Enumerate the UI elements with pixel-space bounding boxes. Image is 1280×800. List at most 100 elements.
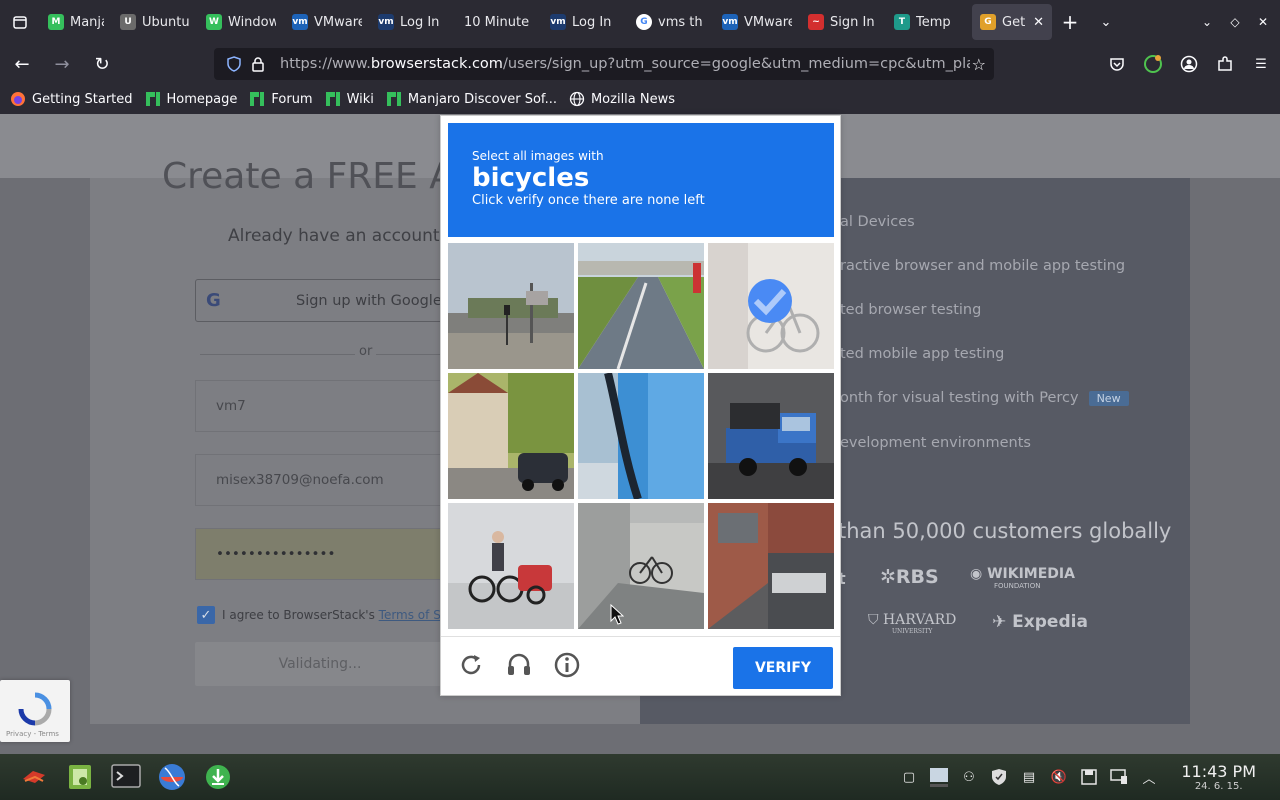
screen-icon[interactable] — [1108, 766, 1130, 788]
recaptcha-badge[interactable]: Privacy - Terms — [0, 680, 70, 742]
captcha-tile-1[interactable] — [448, 243, 574, 369]
hamburger-menu-icon[interactable]: ☰ — [1250, 57, 1272, 72]
google-signup-button[interactable]: G Sign up with Google — [195, 279, 455, 322]
display-icon[interactable] — [928, 766, 950, 788]
bookmark-label: Mozilla News — [590, 91, 676, 107]
minimize-icon[interactable]: ⌄ — [1198, 15, 1216, 29]
volume-muted-icon[interactable]: 🔇 — [1048, 766, 1070, 788]
network-icon[interactable]: ⚇ — [958, 766, 980, 788]
feature-item: ted mobile app testing — [840, 346, 1005, 362]
maximize-icon[interactable]: ◇ — [1226, 15, 1244, 29]
tab-favicon-icon: vm — [722, 14, 738, 30]
email-field[interactable]: misex38709@noefa.com — [195, 454, 445, 506]
tab-favicon-icon: W — [206, 14, 222, 30]
tab-list-chevron-icon[interactable]: ⌄ — [1088, 15, 1124, 30]
account-icon[interactable] — [1178, 55, 1200, 73]
close-window-icon[interactable]: ✕ — [1254, 15, 1272, 29]
terms-agreement: ✓ I agree to BrowserStack's Terms of Ser… — [197, 606, 478, 624]
window-icon[interactable]: ▢ — [898, 766, 920, 788]
url-bar[interactable]: https://www.browserstack.com/users/sign_… — [214, 48, 994, 80]
feature-item: ractive browser and mobile app testing — [840, 258, 1126, 274]
software-update-icon[interactable] — [202, 761, 234, 793]
clock-date: 24. 6. 15. — [1194, 781, 1243, 792]
browser-tab[interactable]: vm VMware — [714, 4, 800, 40]
tab-label: 10 Minute — [464, 14, 530, 30]
terminal-icon[interactable] — [110, 761, 142, 793]
audio-challenge-icon[interactable] — [503, 649, 535, 681]
bookmark-item[interactable]: Mozilla News — [569, 91, 675, 107]
list-all-tabs-button[interactable] — [0, 0, 40, 44]
recaptcha-privacy-terms[interactable]: Privacy - Terms — [6, 730, 59, 738]
bookmark-item[interactable]: Forum — [249, 91, 313, 107]
instruction-line-3: Click verify once there are none left — [472, 193, 705, 208]
captcha-tile-9[interactable] — [708, 503, 834, 629]
save-icon[interactable] — [1078, 766, 1100, 788]
info-icon[interactable] — [551, 649, 583, 681]
browser-tab[interactable]: vm Log In — [370, 4, 456, 40]
browser-tab[interactable]: ~ Sign In — [800, 4, 886, 40]
already-have-account-text: Already have an account? — [228, 226, 449, 246]
clipboard-icon[interactable]: ▤ — [1018, 766, 1040, 788]
captcha-tile-7[interactable] — [448, 503, 574, 629]
captcha-tile-5[interactable] — [578, 373, 704, 499]
browser-tab[interactable]: vm Log In — [542, 4, 628, 40]
tab-favicon-icon: T — [894, 14, 910, 30]
captcha-tile-3[interactable] — [708, 243, 834, 369]
validating-button[interactable]: Validating... — [195, 642, 445, 686]
bookmark-label: Wiki — [346, 91, 374, 107]
bookmark-item[interactable]: Getting Started — [10, 91, 133, 107]
verify-button[interactable]: VERIFY — [733, 647, 833, 689]
browser-tab[interactable]: M Manjaro — [40, 4, 112, 40]
name-field[interactable]: vm7 — [195, 380, 445, 432]
tab-label: Sign In — [830, 14, 875, 30]
extensions-puzzle-icon[interactable] — [1214, 55, 1236, 73]
pocket-icon[interactable] — [1106, 55, 1128, 73]
captcha-tile-8[interactable] — [578, 503, 704, 629]
browser-tab[interactable]: 10 Minute — [456, 4, 542, 40]
shield-icon[interactable] — [222, 56, 246, 72]
tray-expand-icon[interactable]: ︿ — [1138, 766, 1160, 788]
extension-green-icon[interactable] — [1142, 54, 1164, 74]
captcha-tile-6[interactable] — [708, 373, 834, 499]
lock-icon[interactable] — [246, 56, 270, 72]
browser-tab[interactable]: G Get ✕ — [972, 4, 1052, 40]
browser-tab[interactable]: W Windows — [198, 4, 284, 40]
url-text[interactable]: https://www.browserstack.com/users/sign_… — [280, 56, 970, 72]
clock[interactable]: 11:43 PM 24. 6. 15. — [1181, 762, 1256, 792]
browser-tab[interactable]: T Temp — [886, 4, 972, 40]
browser-tab[interactable]: vm VMware — [284, 4, 370, 40]
tab-label: Get — [1002, 14, 1026, 30]
bookmark-label: Forum — [271, 91, 313, 107]
rbs-logo: ✲RBS — [880, 566, 939, 588]
tab-favicon-icon: vm — [378, 14, 394, 30]
captcha-tile-4[interactable] — [448, 373, 574, 499]
password-field[interactable]: ••••••••••••••• — [195, 528, 445, 580]
bookmark-item[interactable]: Manjaro Discover Sof... — [386, 91, 557, 107]
reload-challenge-icon[interactable] — [455, 649, 487, 681]
back-button[interactable]: ← — [4, 48, 40, 80]
mouse-cursor-icon — [610, 604, 624, 625]
new-tab-button[interactable]: + — [1052, 4, 1088, 40]
reload-button[interactable]: ↻ — [84, 48, 120, 80]
bookmark-item[interactable]: Wiki — [325, 91, 374, 107]
captcha-tile-2[interactable] — [578, 243, 704, 369]
browser-tab[interactable]: U Ubuntu — [112, 4, 198, 40]
wikimedia-logo-text: WIKIMEDIA — [987, 566, 1075, 582]
forward-button[interactable]: → — [44, 48, 80, 80]
app-menu-icon[interactable] — [18, 761, 50, 793]
close-tab-icon[interactable]: ✕ — [1033, 15, 1044, 30]
security-shield-icon[interactable] — [988, 766, 1010, 788]
browser-tab[interactable]: Gvms th — [628, 4, 714, 40]
tab-label: Windows — [228, 14, 276, 30]
customers-heading: than 50,000 customers globally — [838, 519, 1172, 543]
bookmark-item[interactable]: Homepage — [145, 91, 237, 107]
harvard-logo: ⛉ HARVARD UNIVERSITY — [868, 612, 957, 635]
terms-checkbox[interactable]: ✓ — [197, 606, 215, 624]
browser-globe-icon[interactable] — [156, 761, 188, 793]
firefox-icon — [10, 91, 26, 107]
bookmark-star-icon[interactable]: ☆ — [972, 55, 986, 74]
expedia-logo-text: Expedia — [1012, 612, 1088, 632]
file-manager-icon[interactable] — [64, 761, 96, 793]
captcha-footer: VERIFY — [441, 636, 840, 696]
selected-check-icon — [748, 279, 792, 323]
